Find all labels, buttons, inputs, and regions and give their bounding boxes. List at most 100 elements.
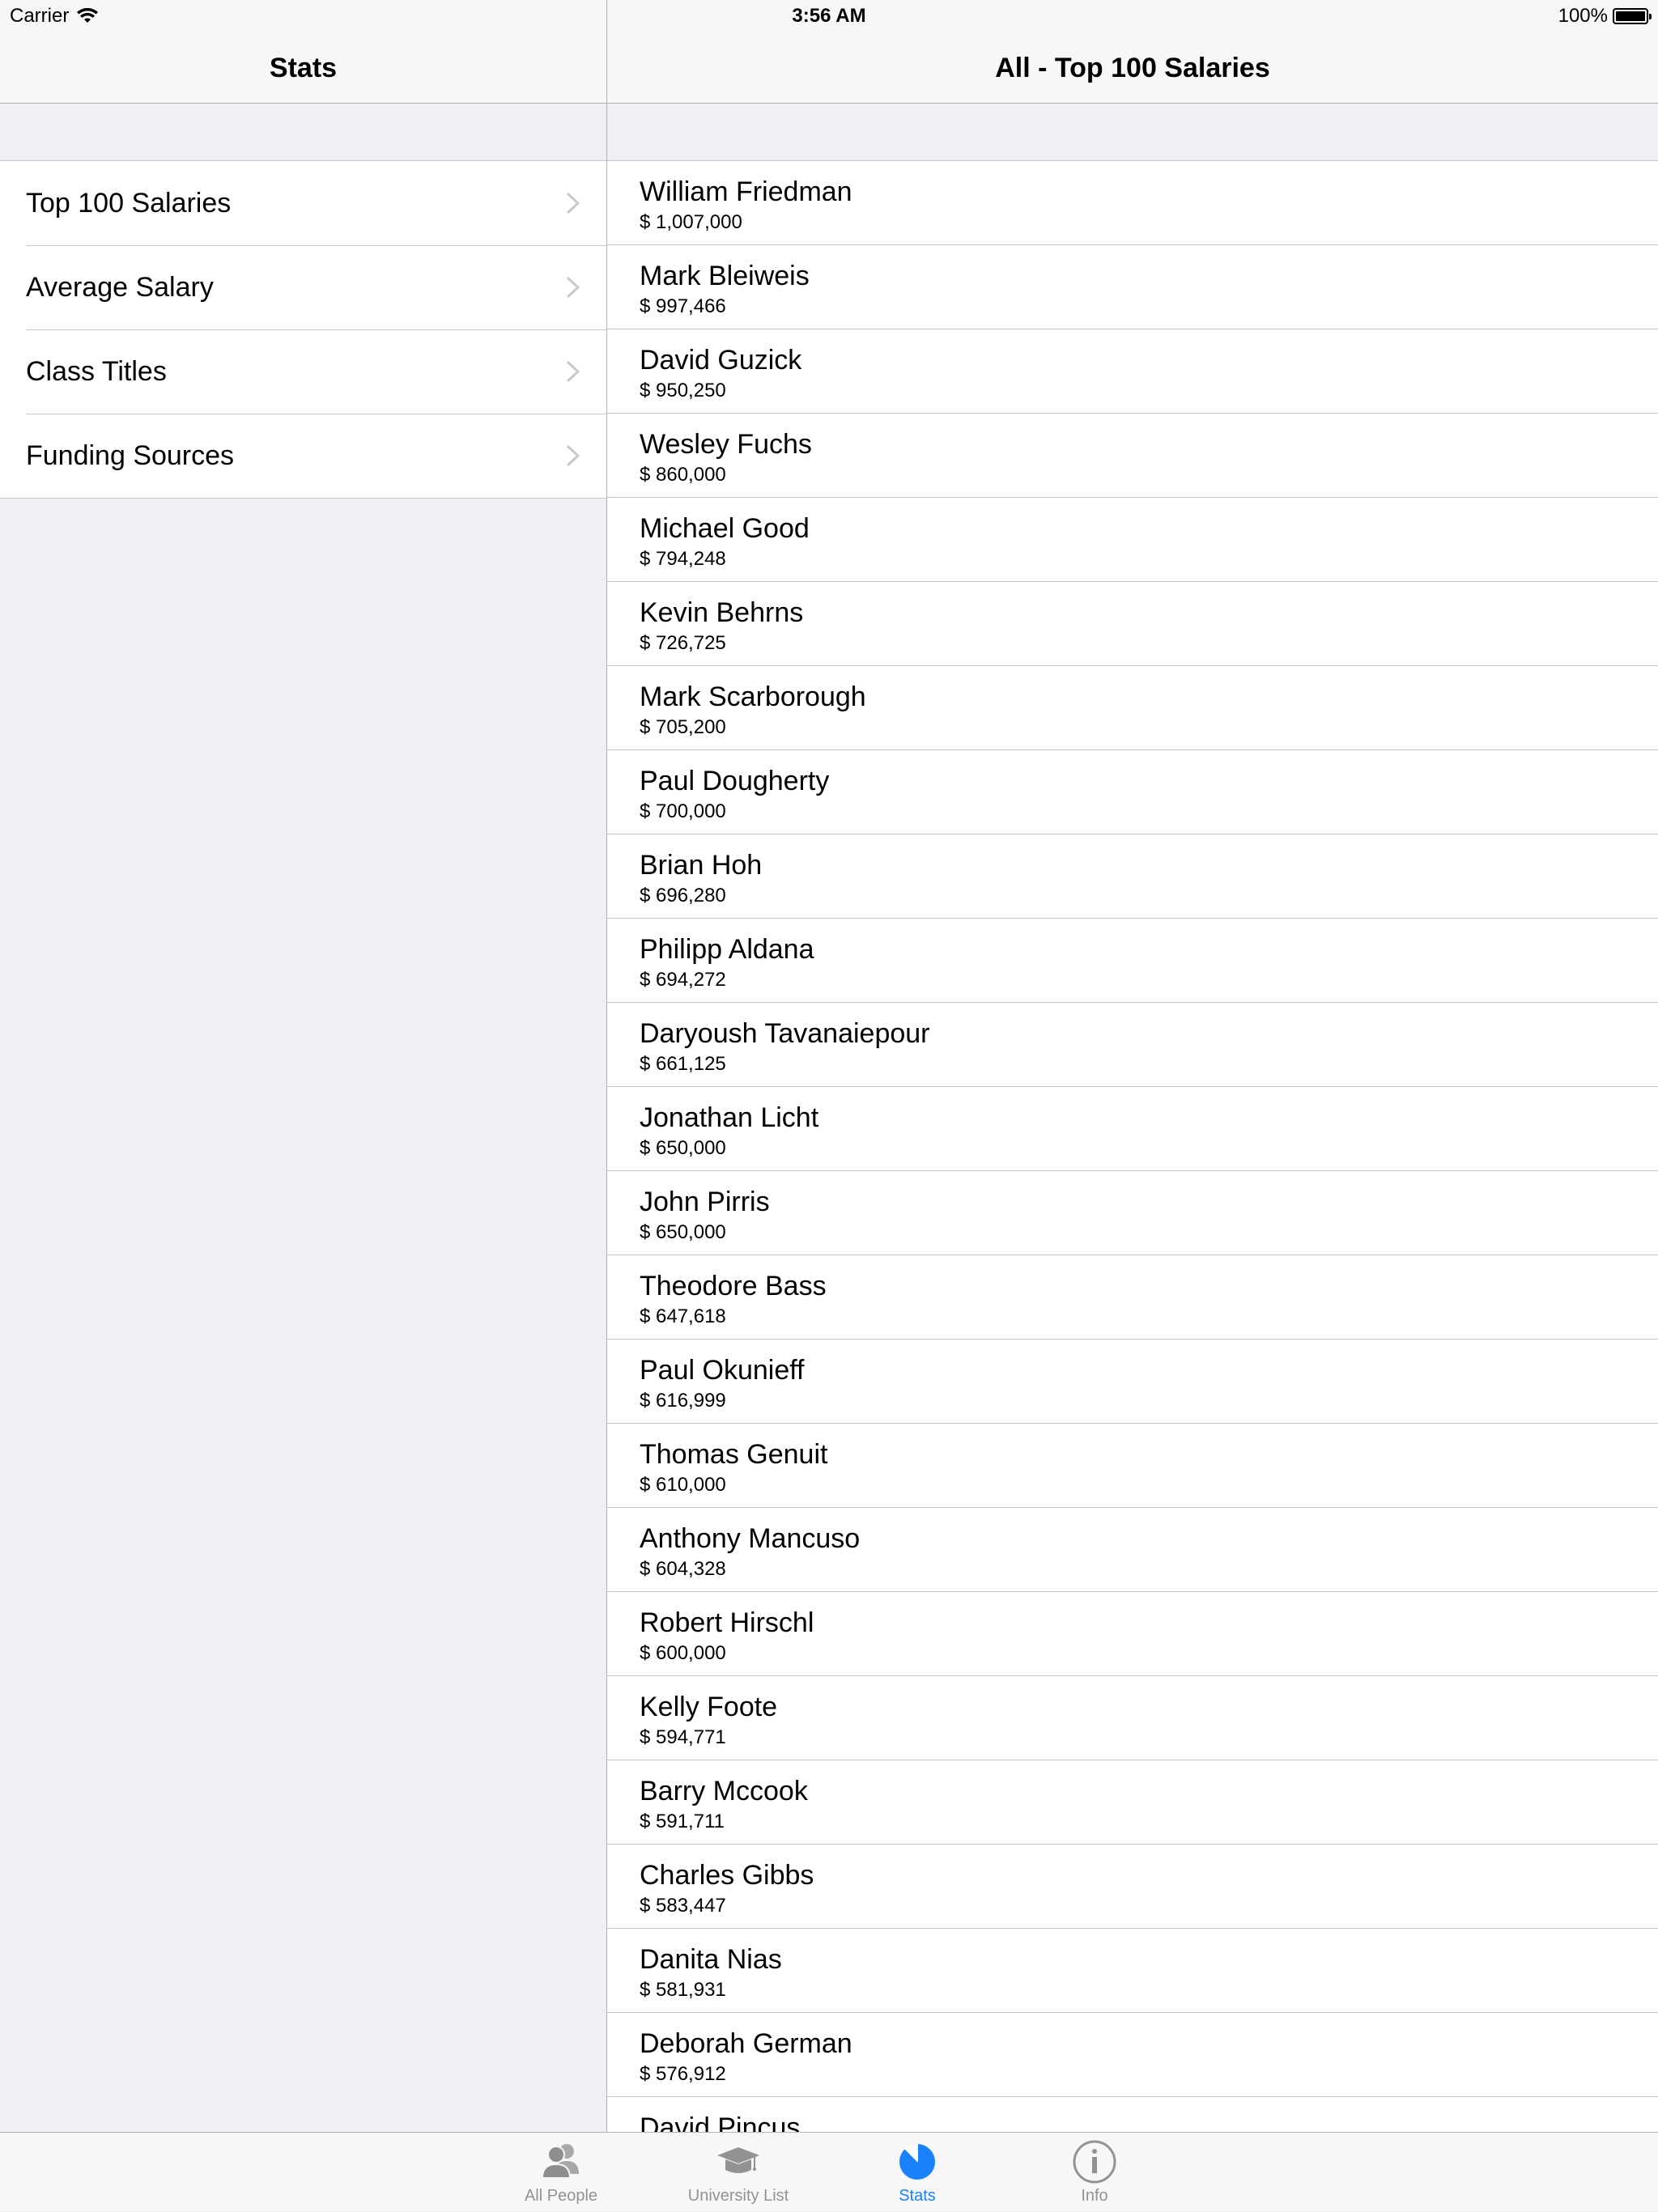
salary-row[interactable]: Jonathan Licht $ 650,000	[607, 1087, 1658, 1171]
menu-item-label: Funding Sources	[26, 440, 235, 471]
info-icon	[1073, 2140, 1116, 2184]
master-title: Stats	[269, 53, 338, 83]
salary-row[interactable]: John Pirris $ 650,000	[607, 1171, 1658, 1255]
status-bar: Carrier 3:56 AM 100%	[0, 0, 1658, 32]
menu-item-label: Class Titles	[26, 356, 167, 387]
salary-row[interactable]: Paul Dougherty $ 700,000	[607, 750, 1658, 834]
person-name: Michael Good	[640, 513, 810, 544]
salary-row[interactable]: William Friedman $ 1,007,000	[607, 161, 1658, 245]
chevron-right-icon	[567, 361, 580, 382]
person-name: William Friedman	[640, 176, 852, 207]
detail-title: All - Top 100 Salaries	[995, 53, 1270, 83]
salary-row[interactable]: Danita Nias $ 581,931	[607, 1929, 1658, 2013]
person-salary: $ 694,272	[640, 969, 726, 991]
tab-label: All People	[524, 2187, 598, 2205]
person-salary: $ 696,280	[640, 885, 726, 906]
salary-row[interactable]: Thomas Genuit $ 610,000	[607, 1424, 1658, 1508]
detail-pane: All - Top 100 Salaries William Friedman $…	[607, 0, 1658, 2132]
salary-row[interactable]: David Guzick $ 950,250	[607, 329, 1658, 414]
person-salary: $ 700,000	[640, 800, 726, 822]
person-name: Wesley Fuchs	[640, 429, 812, 460]
salary-row[interactable]: Wesley Fuchs $ 860,000	[607, 414, 1658, 498]
person-salary: $ 705,200	[640, 716, 726, 738]
salary-row[interactable]: Theodore Bass $ 647,618	[607, 1255, 1658, 1340]
salary-row[interactable]: Philipp Aldana $ 694,272	[607, 919, 1658, 1003]
person-salary: $ 647,618	[640, 1306, 726, 1327]
person-name: John Pirris	[640, 1187, 770, 1217]
salary-row[interactable]: Deborah German $ 576,912	[607, 2013, 1658, 2097]
person-name: Theodore Bass	[640, 1271, 827, 1301]
salary-row[interactable]: Charles Gibbs $ 583,447	[607, 1845, 1658, 1929]
salary-row[interactable]: Paul Okunieff $ 616,999	[607, 1340, 1658, 1424]
person-salary: $ 616,999	[640, 1390, 726, 1412]
salary-list[interactable]: William Friedman $ 1,007,000 Mark Bleiweis…	[607, 160, 1658, 2132]
person-name: Kevin Behrns	[640, 597, 804, 628]
person-salary: $ 576,912	[640, 2063, 726, 2085]
people-icon	[541, 2144, 579, 2179]
salary-row[interactable]: Mark Bleiweis $ 997,466	[607, 245, 1658, 329]
person-salary: $ 997,466	[640, 295, 726, 317]
person-salary: $ 604,328	[640, 1558, 726, 1580]
pie-chart-icon	[899, 2143, 935, 2180]
menu-item[interactable]: Average Salary	[0, 245, 606, 329]
person-name: Brian Hoh	[640, 850, 763, 881]
person-salary: $ 610,000	[640, 1474, 726, 1496]
person-name: Robert Hirschl	[640, 1607, 814, 1638]
person-salary: $ 860,000	[640, 464, 726, 486]
person-salary: $ 581,931	[640, 1979, 726, 2001]
person-salary: $ 950,250	[640, 380, 726, 401]
menu-item[interactable]: Funding Sources	[0, 414, 606, 498]
person-name: Kelly Foote	[640, 1692, 778, 1722]
person-name: Danita Nias	[640, 1944, 782, 1975]
tab-label: University List	[687, 2187, 789, 2205]
person-name: Paul Okunieff	[640, 1355, 805, 1386]
salary-row[interactable]: Brian Hoh $ 696,280	[607, 834, 1658, 919]
tab-all-people[interactable]: All People	[480, 2133, 642, 2212]
person-name: Deborah German	[640, 2028, 852, 2059]
person-salary: $ 583,447	[640, 1895, 726, 1917]
menu-item[interactable]: Class Titles	[0, 329, 606, 414]
person-salary: $ 1,007,000	[640, 211, 742, 233]
tab-stats[interactable]: Stats	[836, 2133, 998, 2212]
salary-row[interactable]: Anthony Mancuso $ 604,328	[607, 1508, 1658, 1592]
salary-row[interactable]: Mark Scarborough $ 705,200	[607, 666, 1658, 750]
tab-label: Stats	[899, 2187, 936, 2205]
salary-row[interactable]: David Pincus	[607, 2097, 1658, 2132]
person-salary: $ 600,000	[640, 1642, 726, 1664]
salary-row[interactable]: Robert Hirschl $ 600,000	[607, 1592, 1658, 1676]
tab-label: Info	[1081, 2187, 1108, 2205]
menu-item[interactable]: Top 100 Salaries	[0, 161, 606, 245]
person-name: Jonathan Licht	[640, 1102, 819, 1133]
chevron-right-icon	[567, 445, 580, 466]
battery-percentage: 100%	[1558, 5, 1608, 27]
master-pane: Stats Top 100 Salaries Average Salary Clas…	[0, 0, 606, 2132]
person-name: Thomas Genuit	[640, 1439, 828, 1470]
person-salary: $ 591,711	[640, 1811, 725, 1832]
tab-info[interactable]: Info	[1014, 2133, 1175, 2212]
battery-icon	[1613, 8, 1652, 24]
salary-row[interactable]: Kevin Behrns $ 726,725	[607, 582, 1658, 666]
salary-row[interactable]: Barry Mccook $ 591,711	[607, 1760, 1658, 1845]
person-name: Daryoush Tavanaiepour	[640, 1018, 930, 1049]
person-salary: $ 650,000	[640, 1221, 726, 1243]
menu-item-label: Top 100 Salaries	[26, 188, 232, 219]
status-time: 3:56 AM	[792, 5, 866, 27]
salary-row[interactable]: Daryoush Tavanaiepour $ 661,125	[607, 1003, 1658, 1087]
person-salary: $ 794,248	[640, 548, 726, 570]
salary-row[interactable]: Kelly Foote $ 594,771	[607, 1676, 1658, 1760]
person-name: Mark Bleiweis	[640, 261, 810, 291]
graduation-cap-icon	[717, 2147, 759, 2173]
stats-menu-list: Top 100 Salaries Average Salary Class Titl…	[0, 160, 606, 499]
tab-university-list[interactable]: University List	[657, 2133, 819, 2212]
salary-row[interactable]: Michael Good $ 794,248	[607, 498, 1658, 582]
chevron-right-icon	[567, 193, 580, 214]
person-salary: $ 594,771	[640, 1726, 726, 1748]
chevron-right-icon	[567, 277, 580, 298]
split-divider	[606, 0, 607, 2132]
person-name: Charles Gibbs	[640, 1860, 814, 1891]
person-salary: $ 661,125	[640, 1053, 726, 1075]
person-salary: $ 726,725	[640, 632, 726, 654]
tab-bar: All People University List Stats Info	[0, 2132, 1658, 2211]
person-name: Anthony Mancuso	[640, 1523, 861, 1554]
status-right: 100%	[1558, 5, 1652, 28]
